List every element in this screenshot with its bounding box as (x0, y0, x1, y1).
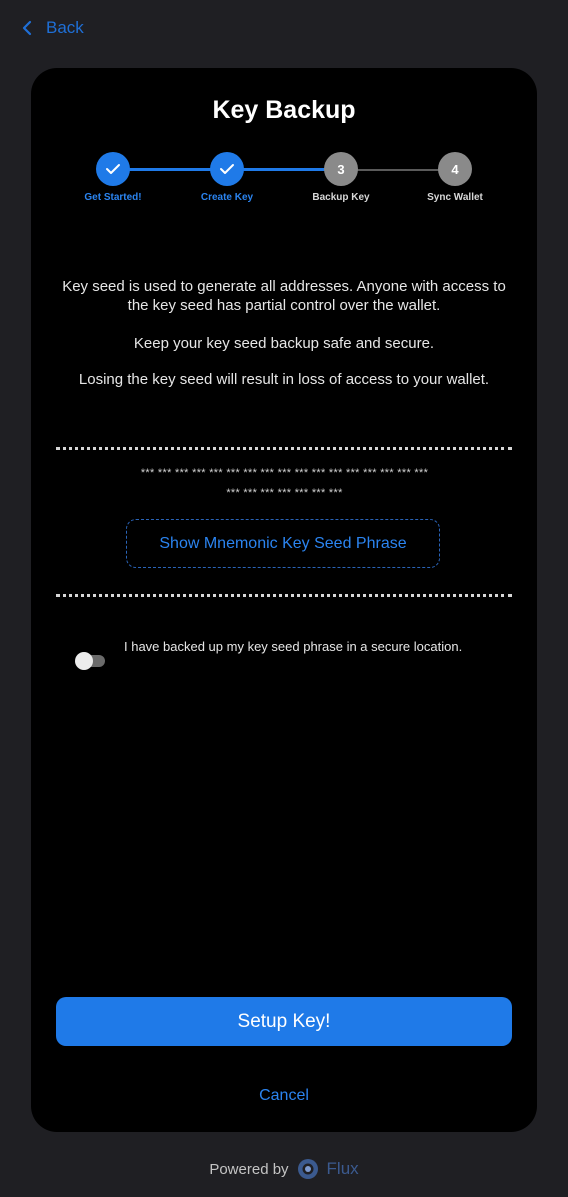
divider-bottom (56, 594, 512, 597)
masked-seed-phrase: *** *** *** *** *** *** *** *** *** *** … (56, 463, 512, 503)
back-button[interactable]: Back (22, 18, 84, 38)
step-label: Backup Key (312, 192, 370, 203)
flux-brand-name: Flux (326, 1159, 359, 1178)
powered-by-text: Powered by (209, 1160, 289, 1178)
step-backup-key: 3 Backup Key (286, 152, 396, 203)
step-create-key: Create Key (172, 152, 282, 203)
backup-confirm-label: I have backed up my key seed phrase in a… (124, 639, 463, 654)
step-label: Get Started! (84, 192, 142, 203)
cancel-link[interactable]: Cancel (0, 1087, 568, 1105)
key-backup-card (31, 68, 537, 1132)
flux-logo-icon (297, 1159, 318, 1179)
step-get-started: Get Started! (58, 152, 168, 203)
chevron-left-icon (22, 20, 32, 36)
page-title: Key Backup (212, 96, 356, 124)
backup-confirm-toggle[interactable] (75, 652, 105, 670)
step-number: 3 (324, 152, 358, 186)
progress-stepper: Get Started! Create Key 3 Backup Key 4 S… (56, 152, 512, 212)
divider-top (56, 447, 512, 450)
step-number: 4 (438, 152, 472, 186)
info-paragraph-safety: Keep your key seed backup safe and secur… (133, 335, 435, 352)
step-sync-wallet: 4 Sync Wallet (400, 152, 510, 203)
masked-seed-line: *** *** *** *** *** *** *** *** *** *** … (140, 467, 428, 479)
info-paragraph-loss: Losing the key seed will result in loss … (78, 371, 490, 388)
check-icon (96, 152, 130, 186)
masked-seed-line: *** *** *** *** *** *** *** (225, 487, 343, 499)
check-icon (210, 152, 244, 186)
back-label: Back (46, 18, 84, 37)
toggle-knob (75, 652, 93, 670)
footer: Powered by Flux (0, 1158, 568, 1180)
show-seed-phrase-button[interactable]: Show Mnemonic Key Seed Phrase (126, 519, 440, 568)
setup-key-button[interactable]: Setup Key! (56, 997, 512, 1046)
step-label: Sync Wallet (427, 192, 483, 203)
step-label: Create Key (200, 192, 254, 203)
info-paragraph-addresses: Key seed is used to generate all address… (62, 278, 506, 314)
